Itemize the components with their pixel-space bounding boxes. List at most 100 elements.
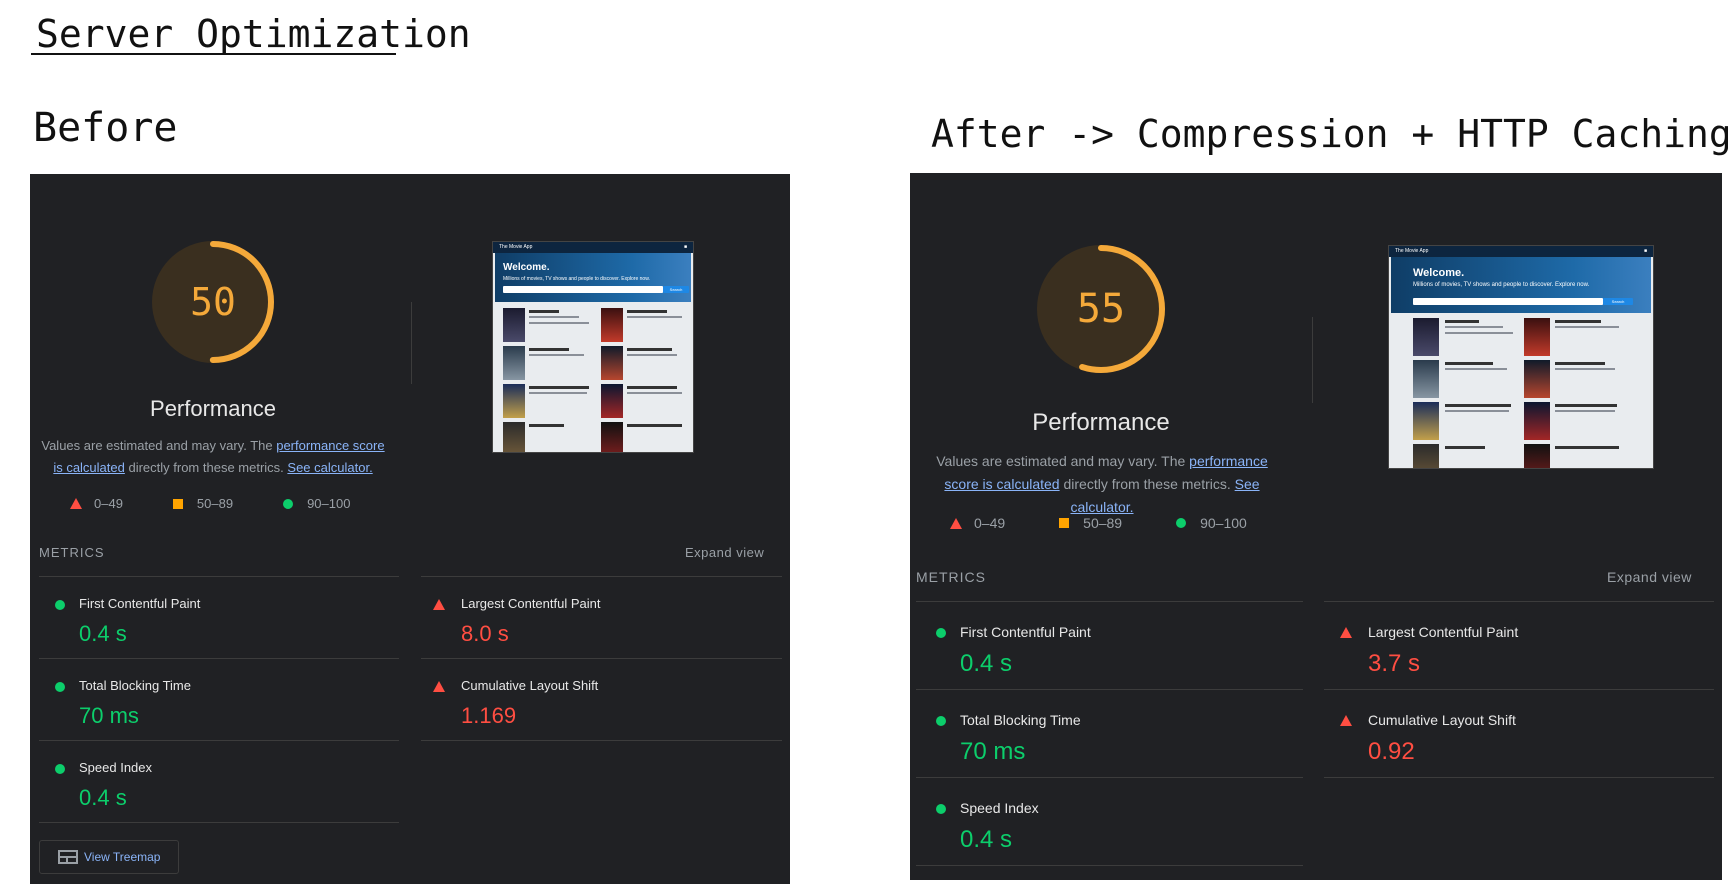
metric-value: 70 ms — [79, 703, 139, 728]
thumb-search-input — [503, 286, 663, 293]
thumb-text-line — [529, 386, 589, 389]
thumb-text-line — [529, 354, 584, 356]
thumb-text-line — [1555, 326, 1619, 328]
thumb-poster — [601, 308, 623, 342]
thumb-search-button: Search — [663, 286, 689, 293]
metric-first-contentful-paint: First Contentful Paint 0.4 s — [39, 577, 399, 657]
title-underline — [31, 53, 396, 55]
metric-value: 3.7 s — [1368, 650, 1421, 677]
thumb-text-line — [1445, 320, 1479, 323]
desc-text: directly from these metrics. — [1059, 476, 1235, 492]
before-label: Before — [33, 105, 178, 151]
thumb-subtitle: Millions of movies, TV shows and people … — [503, 276, 650, 282]
metric-total-blocking-time: Total Blocking Time 70 ms — [39, 659, 399, 739]
before-report-panel: 50 Performance Values are estimated and … — [30, 174, 790, 884]
metric-value: 1.169 — [461, 703, 517, 728]
performance-gauge: 50 — [148, 237, 278, 367]
metric-value: 70 ms — [960, 738, 1026, 765]
legend-range-average: 50–89 — [196, 496, 234, 511]
metric-first-contentful-paint: First Contentful Paint 0.4 s — [916, 602, 1303, 689]
thumb-text-line — [529, 348, 569, 351]
desc-text: directly from these metrics. — [124, 460, 288, 475]
pass-circle-icon — [936, 716, 946, 726]
thumb-text-line — [1445, 446, 1485, 449]
metric-name: Total Blocking Time — [79, 678, 191, 693]
metric-name: Speed Index — [79, 760, 153, 775]
thumb-poster — [503, 346, 525, 380]
thumb-poster — [601, 422, 623, 452]
thumb-text-line — [1555, 362, 1605, 365]
score-value: 50 — [190, 280, 236, 324]
metric-cumulative-layout-shift: Cumulative Layout Shift 0.92 — [1324, 690, 1714, 777]
thumb-poster — [503, 384, 525, 418]
metric-value: 0.4 s — [960, 650, 1013, 677]
treemap-icon — [58, 850, 78, 864]
average-square-icon — [172, 498, 183, 509]
metric-name: Largest Contentful Paint — [461, 596, 601, 611]
thumb-menu-icon: ■ — [683, 244, 687, 250]
metric-speed-index: Speed Index 0.4 s — [916, 778, 1303, 865]
thumb-text-line — [529, 310, 559, 313]
thumb-text-line — [627, 316, 682, 318]
thumb-topbar: The Movie App ■ — [1389, 246, 1653, 257]
metric-divider — [421, 740, 782, 741]
thumb-text-line — [1555, 410, 1615, 412]
desc-text: Values are estimated and may vary. The — [41, 438, 277, 453]
thumb-topbar: The Movie App ■ — [493, 242, 693, 253]
expand-view-toggle[interactable]: Expand view — [1607, 569, 1692, 585]
thumb-poster — [1413, 402, 1439, 440]
metric-total-blocking-time: Total Blocking Time 70 ms — [916, 690, 1303, 777]
thumb-poster — [601, 384, 623, 418]
thumb-text-line — [627, 392, 682, 394]
metric-largest-contentful-paint: Largest Contentful Paint 3.7 s — [1324, 602, 1714, 689]
pass-circle-icon — [55, 600, 65, 610]
metric-value: 0.4 s — [79, 785, 127, 810]
metric-name: First Contentful Paint — [960, 624, 1091, 640]
pass-circle-icon — [283, 498, 294, 509]
view-treemap-button[interactable]: View Treemap — [39, 840, 179, 874]
thumb-poster — [1524, 444, 1550, 468]
desc-text: Values are estimated and may vary. The — [936, 453, 1190, 469]
metric-divider — [39, 822, 399, 823]
metric-name: Cumulative Layout Shift — [461, 678, 599, 693]
metrics-heading: METRICS — [39, 545, 105, 560]
metric-largest-contentful-paint: Largest Contentful Paint 8.0 s — [421, 577, 782, 657]
page-title: Server Optimization — [36, 12, 471, 56]
see-calculator-link[interactable]: See calculator. — [287, 460, 372, 475]
thumb-text-line — [1555, 404, 1617, 407]
legend-range-pass: 90–100 — [307, 496, 351, 511]
metric-name: Cumulative Layout Shift — [1368, 712, 1516, 728]
thumb-text-line — [627, 386, 677, 389]
fail-triangle-icon — [433, 599, 445, 610]
thumb-text-line — [1445, 368, 1507, 370]
metric-name: Largest Contentful Paint — [1368, 624, 1519, 640]
thumb-text-line — [627, 310, 667, 313]
expand-view-toggle[interactable]: Expand view — [685, 545, 764, 560]
legend-range-pass: 90–100 — [1200, 515, 1247, 531]
metric-value: 0.92 — [1368, 738, 1415, 765]
thumb-app-name: The Movie App — [1395, 248, 1429, 254]
score-value: 55 — [1076, 286, 1126, 332]
thumb-text-line — [529, 316, 579, 318]
pass-circle-icon — [55, 682, 65, 692]
view-treemap-label: View Treemap — [84, 850, 161, 864]
page-screenshot-thumbnail[interactable]: The Movie App ■ Welcome. Millions of movi… — [1388, 245, 1654, 469]
page-screenshot-thumbnail[interactable]: The Movie App ■ Welcome. Millions of movi… — [492, 241, 694, 453]
thumb-welcome: Welcome. — [503, 262, 550, 273]
thumb-poster — [601, 346, 623, 380]
thumb-search-input — [1413, 298, 1603, 305]
metric-value: 0.4 s — [79, 621, 127, 646]
after-label: After -> Compression + HTTP Caching — [931, 112, 1728, 156]
metric-name: Total Blocking Time — [960, 712, 1081, 728]
thumb-text-line — [627, 424, 682, 427]
metric-divider — [916, 865, 1303, 866]
metric-value: 8.0 s — [461, 621, 509, 646]
thumb-app-name: The Movie App — [499, 244, 533, 250]
thumb-text-line — [1445, 362, 1493, 365]
gauge-divider — [411, 302, 412, 384]
metric-speed-index: Speed Index 0.4 s — [39, 741, 399, 821]
score-description: Values are estimated and may vary. The p… — [920, 450, 1284, 519]
thumb-poster — [1524, 318, 1550, 356]
thumb-text-line — [1555, 446, 1619, 449]
thumb-text-line — [1445, 326, 1503, 328]
